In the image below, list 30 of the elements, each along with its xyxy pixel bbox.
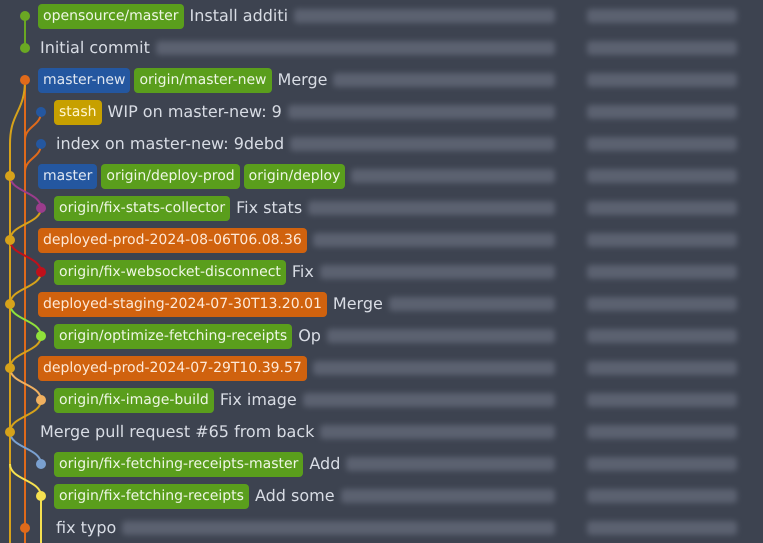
- ref-label[interactable]: deployed-prod-2024-07-29T10.39.57: [38, 356, 307, 380]
- ref-label[interactable]: master-new: [38, 68, 130, 92]
- ref-label[interactable]: origin/fix-image-build: [54, 388, 214, 412]
- ref-label[interactable]: origin/deploy: [244, 164, 346, 188]
- ref-label[interactable]: deployed-prod-2024-08-06T06.08.36: [38, 228, 307, 252]
- commit-message: Install additi: [190, 5, 288, 27]
- commit-message: Op: [298, 325, 321, 347]
- commit-message: Merge pull request #65 from back: [40, 421, 314, 443]
- commit-message: Add some: [254, 485, 335, 507]
- commit-message: index on master-new: 9debd: [56, 133, 284, 155]
- ref-label[interactable]: origin/deploy-prod: [101, 164, 240, 188]
- commit-message: Fix image: [220, 389, 297, 411]
- ref-label[interactable]: deployed-staging-2024-07-30T13.20.01: [38, 292, 327, 316]
- commit-message: WIP on master-new: 9: [108, 101, 282, 123]
- ref-label[interactable]: origin/fix-stats-collector: [54, 196, 230, 220]
- commit-message: Fix: [292, 261, 314, 283]
- ref-label[interactable]: origin/master-new: [134, 68, 272, 92]
- commit-message: Merge: [278, 69, 328, 91]
- commit-message: Merge: [332, 293, 383, 315]
- commit-message: Add: [309, 453, 340, 475]
- ref-label[interactable]: origin/optimize-fetching-receipts: [54, 324, 292, 348]
- ref-label[interactable]: master: [38, 164, 98, 188]
- ref-label[interactable]: origin/fix-fetching-receipts: [54, 484, 249, 508]
- commit-message: Initial commit: [40, 37, 150, 59]
- ref-label[interactable]: origin/fix-fetching-receipts-master: [54, 452, 304, 476]
- commit-message: fix typo: [56, 517, 116, 539]
- ref-label[interactable]: opensource/master: [38, 4, 184, 28]
- ref-label[interactable]: origin/fix-websocket-disconnect: [54, 260, 286, 284]
- commit-message: Fix stats: [236, 197, 302, 219]
- ref-label[interactable]: stash: [54, 100, 102, 124]
